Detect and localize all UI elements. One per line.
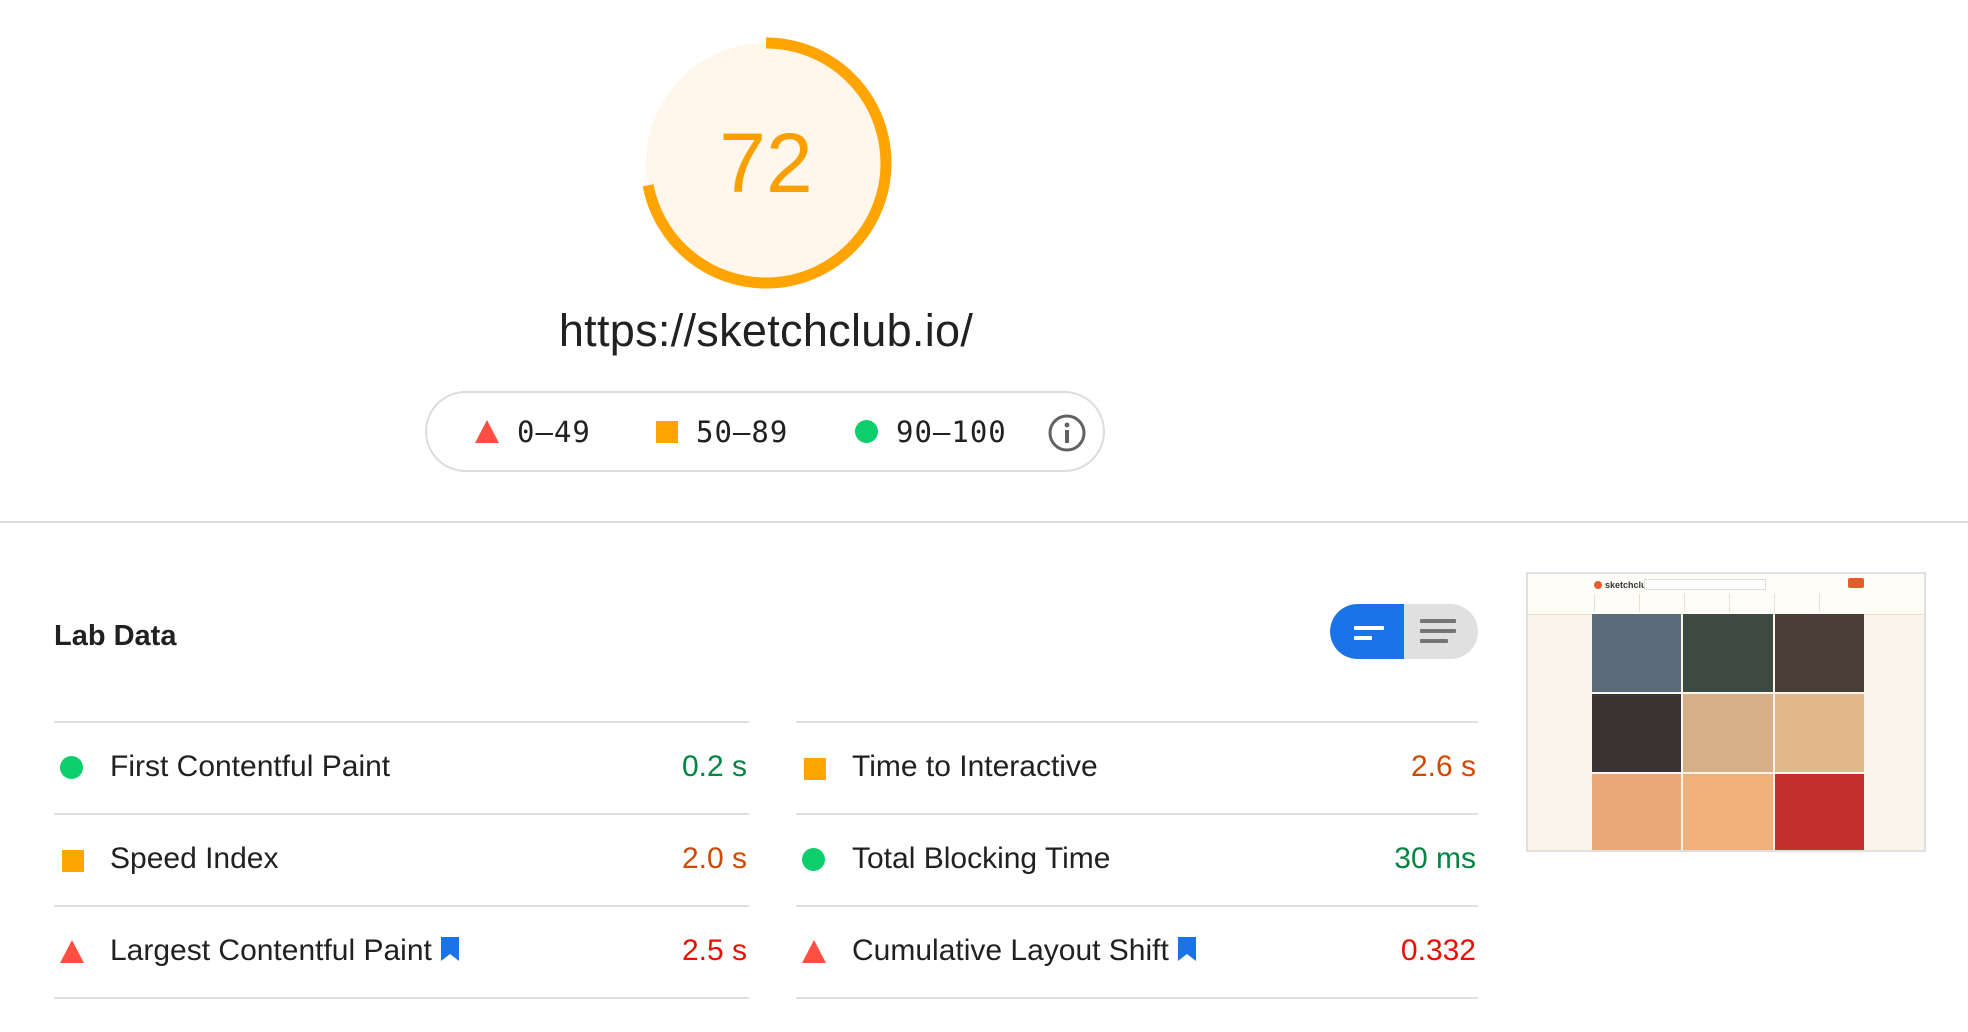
- circle-icon: [855, 420, 878, 443]
- bookmark-icon: [440, 937, 459, 961]
- metric-name-label: Time to Interactive: [852, 750, 1098, 783]
- thumbnail-tile: [1774, 774, 1864, 850]
- square-icon: [62, 850, 84, 872]
- metric-value: 0.332: [1400, 934, 1476, 967]
- thumbnail-tile: [1592, 774, 1682, 850]
- thumbnail-site-header: sketchclub: [1528, 574, 1924, 615]
- view-list-icon: [1420, 619, 1456, 649]
- section-divider: [0, 521, 1968, 523]
- metric-name: Largest Contentful Paint: [110, 907, 460, 995]
- metric-value: 2.5 s: [681, 934, 747, 967]
- square-icon: [804, 758, 826, 780]
- circle-icon: [802, 848, 825, 871]
- metric-value: 30 ms: [1394, 842, 1476, 875]
- thumbnail-button: [1848, 578, 1864, 588]
- legend-average-range: 50–89: [696, 414, 789, 449]
- metric-name-label: Largest Contentful Paint: [110, 934, 432, 967]
- thumbnail-tile: [1592, 614, 1682, 692]
- metric-row: Largest Contentful Paint 2.5 s: [54, 905, 749, 999]
- triangle-icon: [475, 420, 499, 443]
- thumbnail-tile: [1774, 614, 1864, 692]
- thumbnail-search-box: [1644, 579, 1766, 590]
- square-icon: [656, 420, 678, 443]
- view-expanded-icon: [1354, 626, 1384, 646]
- audited-url: https://sketchclub.io/: [558, 305, 974, 356]
- circle-icon: [60, 756, 83, 779]
- metric-name-label: Cumulative Layout Shift: [852, 934, 1169, 967]
- thumbnail-tile: [1683, 694, 1773, 772]
- metrics-view-toggle[interactable]: [1330, 604, 1478, 659]
- metric-row: First Contentful Paint 0.2 s: [54, 721, 749, 813]
- legend-average: 50–89: [656, 393, 788, 470]
- thumbnail-tile: [1774, 694, 1864, 772]
- metric-name: Cumulative Layout Shift: [852, 907, 1197, 995]
- metric-name: First Contentful Paint: [110, 723, 390, 811]
- legend-pass: 90–100: [855, 393, 1007, 470]
- bookmark-icon: [1177, 937, 1196, 961]
- metric-value: 0.2 s: [681, 750, 747, 783]
- score-scale-legend: 0–49 50–89 90–100: [425, 391, 1105, 472]
- metric-value: 2.6 s: [1410, 750, 1476, 783]
- legend-fail: 0–49: [475, 393, 591, 470]
- thumbnail-nav: [1594, 594, 1864, 612]
- page-screenshot-thumbnail[interactable]: sketchclub: [1526, 572, 1926, 852]
- thumbnail-image-grid: [1592, 614, 1864, 850]
- metric-name-label: Speed Index: [110, 842, 279, 875]
- lab-data-title: Lab Data: [54, 620, 177, 652]
- metric-name: Total Blocking Time: [852, 815, 1110, 903]
- legend-pass-range: 90–100: [896, 414, 1007, 449]
- triangle-icon: [60, 940, 84, 963]
- metric-row: Time to Interactive 2.6 s: [796, 721, 1478, 813]
- score-value: 72: [719, 115, 813, 210]
- thumbnail-tile: [1683, 774, 1773, 850]
- metric-name-label: First Contentful Paint: [110, 750, 391, 783]
- legend-fail-range: 0–49: [517, 414, 591, 449]
- metric-row: Speed Index 2.0 s: [54, 813, 749, 905]
- triangle-icon: [802, 940, 826, 963]
- metrics-column-left: First Contentful Paint 0.2 s Speed Index 2.…: [54, 721, 749, 999]
- thumbnail-tile: [1592, 694, 1682, 772]
- thumbnail-tile: [1683, 614, 1773, 692]
- metric-row: Cumulative Layout Shift 0.332: [796, 905, 1478, 999]
- metric-row: Total Blocking Time 30 ms: [796, 813, 1478, 905]
- metric-name: Time to Interactive: [852, 723, 1098, 811]
- view-list-button[interactable]: [1404, 604, 1478, 659]
- metric-value: 2.0 s: [681, 842, 747, 875]
- view-expanded-button[interactable]: [1330, 604, 1404, 659]
- metric-name: Speed Index: [110, 815, 278, 903]
- metrics-column-right: Time to Interactive 2.6 s Total Blocking T…: [796, 721, 1478, 999]
- metric-name-label: Total Blocking Time: [852, 842, 1111, 875]
- info-circle-icon[interactable]: [1047, 413, 1087, 453]
- performance-score-gauge: 72: [638, 35, 894, 291]
